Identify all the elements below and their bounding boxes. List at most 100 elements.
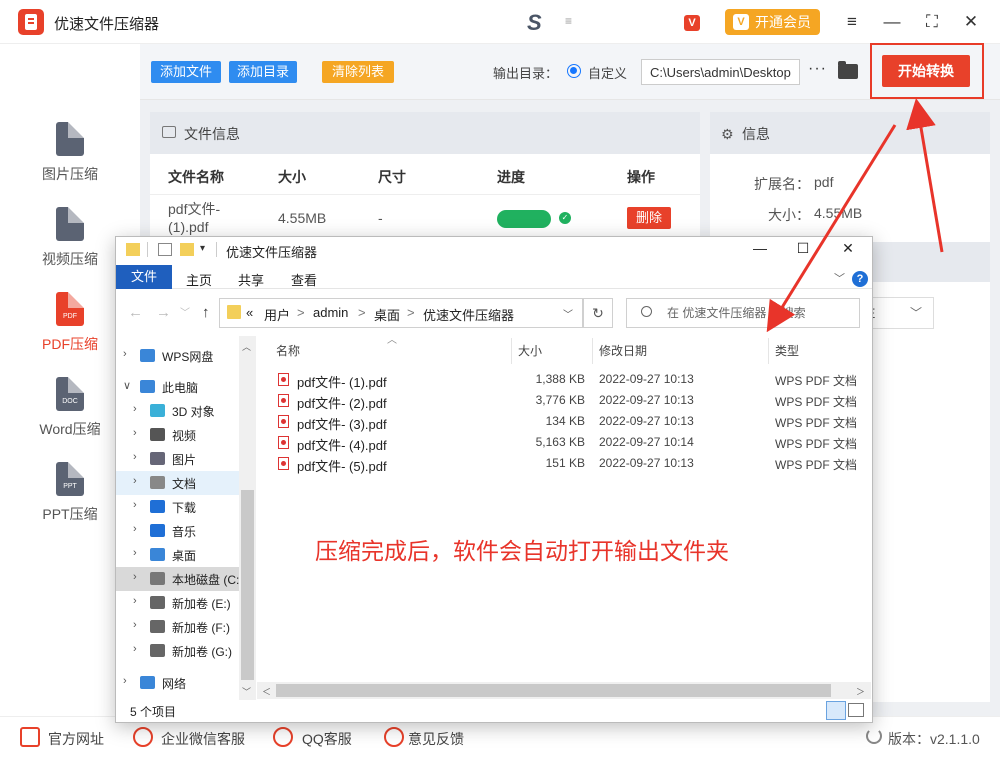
tree-item[interactable]: ∨ 此电脑 — [116, 375, 239, 399]
tree-item[interactable]: › 桌面 — [116, 543, 239, 567]
breadcrumb-current[interactable]: 优速文件压缩器 — [423, 305, 514, 324]
menu-icon[interactable]: ≡ — [840, 10, 864, 34]
col-header-type[interactable]: 类型 — [775, 342, 799, 359]
start-convert-button[interactable]: 开始转换 — [882, 55, 970, 87]
brand-menu-icon[interactable]: ≡ — [565, 14, 572, 28]
ribbon-tab-share[interactable]: 共享 — [238, 270, 264, 289]
new-folder-icon[interactable] — [180, 243, 194, 256]
clear-list-button[interactable]: 清除列表 — [322, 61, 394, 83]
ribbon-expand-icon[interactable]: ﹀ — [834, 270, 845, 286]
more-options-icon[interactable]: ··· — [808, 60, 827, 78]
breadcrumb-overflow[interactable]: « — [246, 305, 253, 320]
breadcrumb-users[interactable]: 用户 — [264, 305, 290, 324]
list-item[interactable]: pdf文件- (3).pdf 134 KB 2022-09-27 10:13 WPS … — [269, 411, 859, 432]
col-header-name[interactable]: 名称 — [276, 342, 300, 359]
close-button[interactable]: ✕ — [959, 10, 983, 34]
tree-item[interactable]: › 下载 — [116, 495, 239, 519]
help-icon[interactable]: ? — [852, 271, 868, 287]
update-icon[interactable] — [866, 728, 882, 744]
tree-item[interactable]: › 3D 对象 — [116, 399, 239, 423]
sidebar-item-0[interactable]: 图片压缩 — [0, 122, 140, 204]
explorer-close-button[interactable]: ✕ — [838, 240, 858, 257]
tree-item[interactable]: › 视频 — [116, 423, 239, 447]
tree-item[interactable]: › 新加卷 (F:) — [116, 615, 239, 639]
qq-icon[interactable] — [273, 727, 293, 747]
tree-item[interactable]: › 音乐 — [116, 519, 239, 543]
chevron-right-icon[interactable]: › — [133, 547, 137, 559]
tree-item-label: 网络 — [162, 677, 187, 691]
search-input[interactable]: 在 优速文件压缩器 中搜索 — [626, 298, 860, 328]
scroll-left-icon[interactable]: ＜ — [262, 685, 271, 698]
address-dropdown-icon[interactable]: ﹀ — [563, 306, 573, 321]
tree-item[interactable]: › 新加卷 (G:) — [116, 639, 239, 663]
website-icon[interactable] — [20, 727, 40, 747]
tree-item[interactable]: › 文档 — [116, 471, 239, 495]
chevron-right-icon[interactable]: › — [133, 475, 137, 487]
horizontal-scroll-thumb[interactable] — [276, 684, 831, 697]
table-row[interactable] — [150, 194, 700, 242]
breadcrumb-desktop[interactable]: 桌面 — [374, 305, 400, 324]
quick-access-dropdown-icon[interactable]: ▾ — [200, 243, 205, 254]
refresh-button[interactable]: ↻ — [583, 298, 613, 328]
chevron-right-icon[interactable]: › — [133, 643, 137, 655]
col-header-date[interactable]: 修改日期 — [599, 342, 647, 359]
minimize-button[interactable]: — — [880, 10, 904, 34]
chevron-right-icon[interactable]: › — [133, 499, 137, 511]
scroll-down-icon[interactable]: ﹀ — [242, 685, 251, 698]
vip-mini-icon[interactable]: V — [684, 15, 700, 31]
tree-item[interactable]: › 新加卷 (E:) — [116, 591, 239, 615]
add-file-button[interactable]: 添加文件 — [151, 61, 221, 83]
column-separator[interactable] — [592, 338, 593, 364]
forward-arrow-icon[interactable]: → — [156, 304, 171, 321]
chevron-right-icon[interactable]: › — [133, 619, 137, 631]
footer-link[interactable]: 官方网址 — [48, 729, 104, 749]
explorer-maximize-button[interactable]: ☐ — [793, 240, 813, 257]
chevron-right-icon[interactable]: › — [133, 523, 137, 535]
open-folder-icon[interactable] — [838, 61, 858, 79]
chevron-right-icon[interactable]: › — [133, 403, 137, 415]
add-directory-button[interactable]: 添加目录 — [229, 61, 297, 83]
chevron-right-icon[interactable]: › — [123, 348, 127, 360]
tree-item[interactable]: › 本地磁盘 (C:) — [116, 567, 243, 591]
ribbon-tab-home[interactable]: 主页 — [186, 270, 212, 289]
explorer-minimize-button[interactable]: — — [750, 240, 770, 256]
tree-scroll-thumb[interactable] — [241, 490, 254, 680]
chevron-right-icon[interactable]: › — [133, 571, 137, 583]
scroll-right-icon[interactable]: ＞ — [856, 685, 865, 698]
list-item[interactable]: pdf文件- (4).pdf 5,163 KB 2022-09-27 10:14 WP… — [269, 432, 859, 453]
footer-link[interactable]: 企业微信客服 — [161, 729, 245, 749]
column-separator[interactable] — [511, 338, 512, 364]
chevron-right-icon[interactable]: › — [123, 675, 127, 687]
properties-icon[interactable] — [158, 243, 172, 256]
tree-item[interactable]: › 图片 — [116, 447, 239, 471]
chevron-down-icon[interactable]: ∨ — [123, 379, 131, 392]
delete-button[interactable]: 删除 — [627, 207, 671, 229]
up-arrow-icon[interactable]: ↑ — [202, 304, 210, 321]
maximize-button[interactable]: ⛶ — [920, 10, 944, 34]
feedback-icon[interactable] — [384, 727, 404, 747]
details-view-icon[interactable] — [826, 701, 846, 720]
large-icons-view-icon[interactable] — [848, 703, 864, 717]
breadcrumb-admin[interactable]: admin — [313, 305, 348, 320]
list-item[interactable]: pdf文件- (2).pdf 3,776 KB 2022-09-27 10:13 WP… — [269, 390, 859, 411]
scroll-up-icon[interactable]: ︿ — [242, 340, 251, 353]
chevron-right-icon[interactable]: › — [133, 427, 137, 439]
chevron-right-icon[interactable]: › — [133, 451, 137, 463]
back-arrow-icon[interactable]: ← — [128, 304, 143, 321]
footer-link[interactable]: QQ客服 — [302, 729, 352, 749]
wechat-icon[interactable] — [133, 727, 153, 747]
output-path-input[interactable] — [641, 59, 800, 85]
list-item[interactable]: pdf文件- (1).pdf 1,388 KB 2022-09-27 10:13 WP… — [269, 369, 859, 390]
footer-link[interactable]: 意见反馈 — [408, 729, 464, 749]
separator — [216, 242, 217, 257]
column-separator[interactable] — [768, 338, 769, 364]
tree-item[interactable]: › 网络 — [116, 671, 239, 695]
tree-item[interactable]: › WPS网盘 — [116, 344, 239, 368]
col-header-size[interactable]: 大小 — [518, 342, 542, 359]
chevron-right-icon[interactable]: › — [133, 595, 137, 607]
custom-radio[interactable] — [567, 64, 581, 78]
recent-dropdown-icon[interactable]: ﹀ — [180, 304, 190, 319]
list-item[interactable]: pdf文件- (5).pdf 151 KB 2022-09-27 10:13 WPS … — [269, 453, 859, 474]
ribbon-tab-file[interactable]: 文件 — [116, 265, 172, 289]
ribbon-tab-view[interactable]: 查看 — [291, 270, 317, 289]
